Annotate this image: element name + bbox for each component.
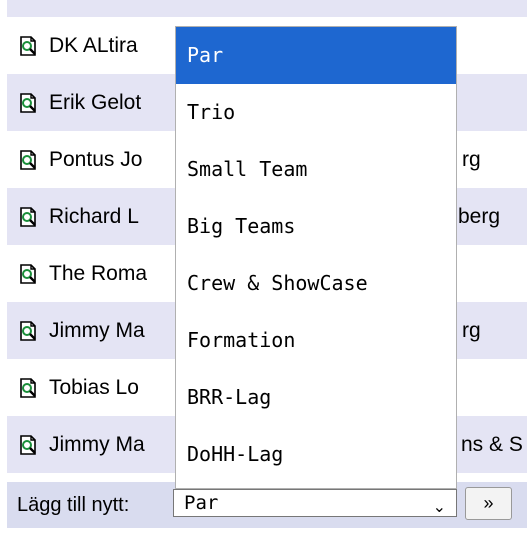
row-name-tail: ns & S — [461, 432, 523, 456]
row-name-tail: rg — [462, 318, 481, 342]
view-document-icon — [20, 377, 36, 398]
row-name[interactable]: Richard L — [49, 205, 139, 229]
view-document-icon — [20, 434, 36, 455]
row-name[interactable]: Jimmy Ma — [49, 433, 145, 457]
row-name[interactable]: Jimmy Ma — [49, 319, 145, 343]
row-name[interactable]: The Roma — [49, 262, 147, 286]
view-document-icon — [20, 263, 36, 284]
chevron-down-icon: ⌄ — [432, 497, 446, 516]
row-name-tail: berg — [458, 204, 501, 228]
dropdown-option-trio[interactable]: Trio — [176, 84, 456, 141]
add-submit-button[interactable]: » — [465, 487, 512, 520]
dropdown-option-crew-showcase[interactable]: Crew & ShowCase — [176, 255, 456, 312]
type-dropdown-list: Par Trio Small Team Big Teams Crew & Sho… — [175, 26, 457, 489]
row-name-tail: rg — [462, 147, 481, 171]
row-name[interactable]: Erik Gelot — [49, 91, 141, 115]
view-document-icon — [20, 35, 36, 56]
dropdown-option-dohh-lag[interactable]: DoHH-Lag — [176, 426, 456, 483]
row-name[interactable]: Pontus Jo — [49, 148, 142, 172]
type-select-value: Par — [184, 492, 219, 514]
row-name[interactable]: Tobias Lo — [49, 376, 139, 400]
view-document-icon — [20, 320, 36, 341]
dropdown-option-formation[interactable]: Formation — [176, 312, 456, 369]
type-select[interactable]: Par ⌄ — [173, 489, 457, 517]
dropdown-option-brr-lag[interactable]: BRR-Lag — [176, 369, 456, 426]
view-document-icon — [20, 206, 36, 227]
row-name[interactable]: DK ALtira — [49, 34, 138, 58]
view-document-icon — [20, 92, 36, 113]
add-new-label: Lägg till nytt: — [17, 493, 130, 516]
list-row-partial[interactable] — [7, 0, 527, 17]
view-document-icon — [20, 149, 36, 170]
dropdown-option-small-team[interactable]: Small Team — [176, 141, 456, 198]
dropdown-option-par[interactable]: Par — [176, 27, 456, 84]
dropdown-option-big-teams[interactable]: Big Teams — [176, 198, 456, 255]
